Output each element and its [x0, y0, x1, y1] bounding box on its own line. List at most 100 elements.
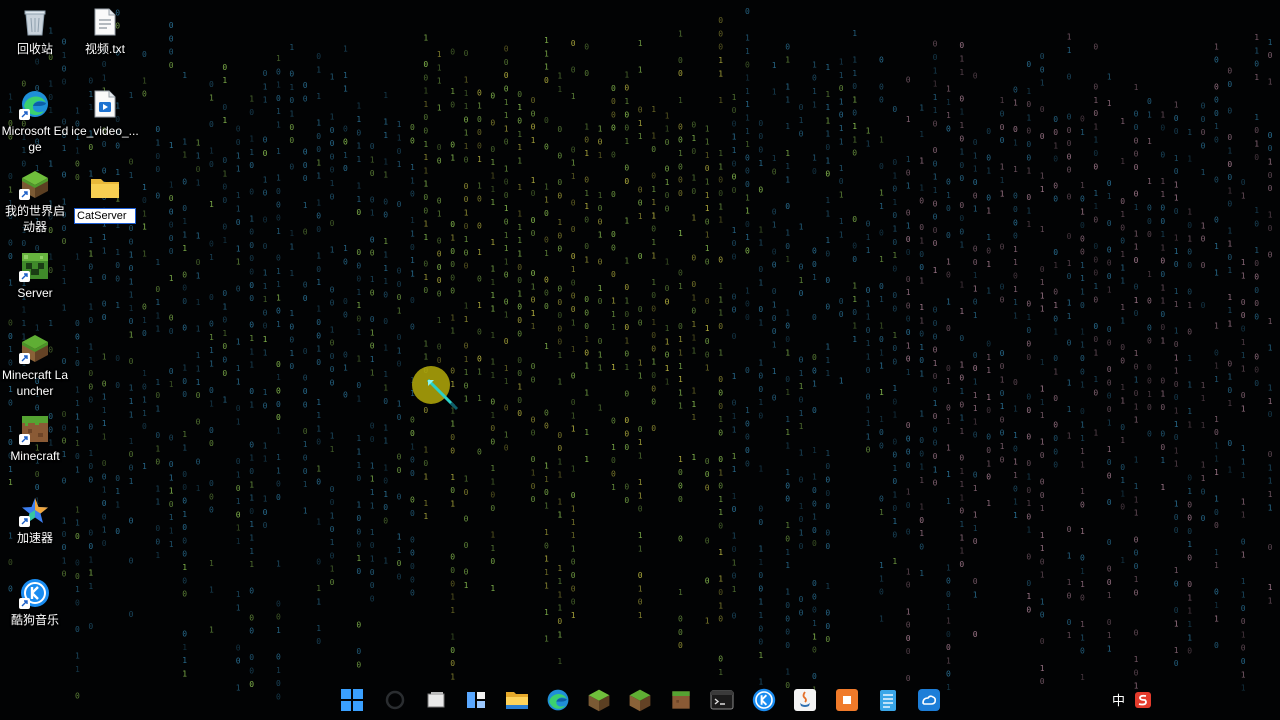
- svg-text:1: 1: [665, 324, 670, 333]
- svg-text:0: 0: [571, 584, 576, 593]
- svg-text:1: 1: [1160, 243, 1165, 252]
- svg-text:1: 1: [732, 585, 737, 594]
- svg-text:1: 1: [584, 189, 589, 198]
- svg-text:1: 1: [102, 233, 107, 242]
- svg-text:1: 1: [383, 264, 388, 273]
- svg-text:1: 1: [236, 417, 241, 426]
- svg-text:0: 0: [799, 542, 804, 551]
- taskbar-terminal[interactable]: [708, 686, 736, 714]
- task-view-button[interactable]: [422, 686, 450, 714]
- desktop-icon-microsoft-edge[interactable]: Microsoft Edge: [0, 88, 70, 155]
- svg-text:1: 1: [919, 303, 924, 312]
- svg-text:1: 1: [1080, 421, 1085, 430]
- svg-text:1: 1: [691, 214, 696, 223]
- svg-text:0: 0: [1080, 500, 1085, 509]
- desktop-icon-video-file[interactable]: ice_video_...: [70, 88, 140, 139]
- start-button[interactable]: [338, 686, 366, 714]
- search-button[interactable]: [381, 686, 409, 714]
- svg-text:1: 1: [115, 248, 120, 257]
- svg-text:0: 0: [1174, 114, 1179, 123]
- svg-text:0: 0: [624, 350, 629, 359]
- svg-text:1: 1: [732, 492, 737, 501]
- taskbar-notepad[interactable]: [874, 686, 902, 714]
- svg-text:0: 0: [410, 535, 415, 544]
- terminal-icon: [710, 690, 734, 710]
- svg-text:1: 1: [1174, 353, 1179, 362]
- desktop[interactable]: 1100011000100101101001110000011001011111…: [0, 0, 1280, 720]
- svg-text:0: 0: [1080, 221, 1085, 230]
- svg-text:1: 1: [1107, 418, 1112, 427]
- svg-text:1: 1: [1080, 460, 1085, 469]
- svg-text:1: 1: [276, 121, 281, 130]
- svg-text:0: 0: [705, 257, 710, 266]
- svg-text:1: 1: [142, 223, 147, 232]
- svg-text:1: 1: [745, 74, 750, 83]
- svg-text:0: 0: [1000, 282, 1005, 291]
- svg-text:1: 1: [638, 132, 643, 141]
- svg-text:1: 1: [330, 325, 335, 334]
- svg-text:1: 1: [1040, 225, 1045, 234]
- svg-text:1: 1: [1107, 285, 1112, 294]
- svg-text:1: 1: [678, 149, 683, 158]
- desktop-folder-renaming[interactable]: [70, 172, 140, 224]
- svg-text:1: 1: [464, 355, 469, 364]
- taskbar-cloud-sync[interactable]: [915, 686, 943, 714]
- taskbar-orange-app[interactable]: [833, 686, 861, 714]
- orange-app-icon: [836, 689, 858, 711]
- desktop-icon-recycle-bin[interactable]: 回收站: [0, 6, 70, 57]
- svg-text:1: 1: [624, 97, 629, 106]
- svg-text:0: 0: [611, 470, 616, 479]
- taskbar-file-explorer[interactable]: [503, 686, 531, 714]
- svg-text:0: 0: [356, 647, 361, 656]
- svg-text:1: 1: [102, 486, 107, 495]
- svg-text:1: 1: [450, 87, 455, 96]
- svg-text:0: 0: [1107, 538, 1112, 547]
- desktop-icon-kugou-music[interactable]: 酷狗音乐: [0, 577, 70, 628]
- svg-text:1: 1: [1013, 431, 1018, 440]
- svg-text:1: 1: [196, 484, 201, 493]
- svg-text:0: 0: [1214, 521, 1219, 530]
- svg-text:1: 1: [973, 511, 978, 520]
- svg-text:1: 1: [1026, 220, 1031, 229]
- svg-text:0: 0: [718, 176, 723, 185]
- svg-text:0: 0: [169, 207, 174, 216]
- desktop-icon-text-file[interactable]: 视频.txt: [70, 6, 140, 57]
- svg-text:1: 1: [504, 257, 509, 266]
- svg-text:0: 0: [1214, 82, 1219, 91]
- svg-text:1: 1: [383, 423, 388, 432]
- taskbar-minecraft-launcher[interactable]: [626, 686, 654, 714]
- desktop-icon-minecraft-launcher[interactable]: Minecraft Launcher: [0, 332, 70, 399]
- svg-text:1: 1: [249, 214, 254, 223]
- taskbar-edge[interactable]: [544, 686, 572, 714]
- taskbar-kugou-music[interactable]: [750, 686, 778, 714]
- svg-text:0: 0: [892, 397, 897, 406]
- svg-text:1: 1: [665, 377, 670, 386]
- desktop-icon-accelerator[interactable]: 加速器: [0, 495, 70, 546]
- tray-app-button[interactable]: [1131, 688, 1155, 712]
- widgets-button[interactable]: [462, 686, 490, 714]
- svg-text:1: 1: [1040, 504, 1045, 513]
- desktop-icon-minecraft-launcher-cn[interactable]: 我的世界启动器: [0, 168, 70, 235]
- svg-text:0: 0: [1040, 132, 1045, 141]
- svg-text:0: 0: [544, 408, 549, 417]
- rename-input[interactable]: [74, 208, 136, 224]
- svg-text:0: 0: [222, 183, 227, 192]
- svg-text:0: 0: [1026, 326, 1031, 335]
- svg-text:0: 0: [825, 635, 830, 644]
- svg-text:1: 1: [879, 322, 884, 331]
- svg-text:1: 1: [1214, 495, 1219, 504]
- desktop-icon-minecraft[interactable]: Minecraft: [0, 413, 70, 464]
- svg-text:0: 0: [276, 413, 281, 422]
- desktop-icon-server[interactable]: Server: [0, 250, 70, 301]
- ime-indicator[interactable]: 中: [1112, 690, 1125, 709]
- taskbar-java[interactable]: [791, 686, 819, 714]
- svg-text:1: 1: [973, 284, 978, 293]
- taskbar-minecraft-launcher-cn[interactable]: [585, 686, 613, 714]
- svg-text:1: 1: [1120, 303, 1125, 312]
- svg-text:1: 1: [464, 76, 469, 85]
- svg-text:1: 1: [370, 328, 375, 337]
- taskbar-minecraft[interactable]: [667, 686, 695, 714]
- svg-text:1: 1: [410, 442, 415, 451]
- svg-text:0: 0: [397, 333, 402, 342]
- svg-text:0: 0: [129, 357, 134, 366]
